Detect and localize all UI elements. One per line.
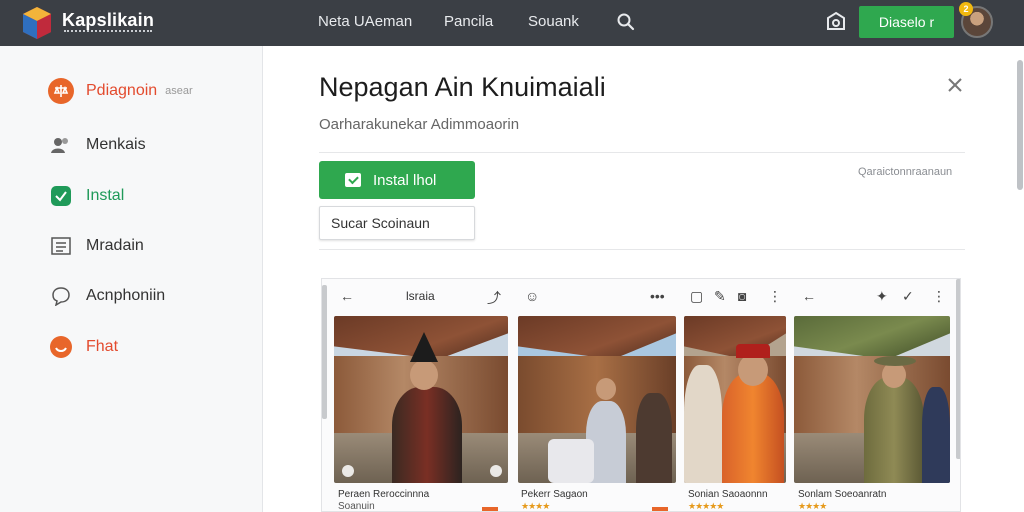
main-panel: Nepagan Ain Knuimaiali Oarharakunekar Ad… <box>264 46 1016 512</box>
camera-icon[interactable]: ◙ <box>738 288 746 304</box>
divider <box>319 152 965 153</box>
nav-link-3[interactable]: Souank <box>528 13 579 30</box>
scales-icon <box>48 78 74 104</box>
install-icon <box>48 183 74 209</box>
screenshot-subcaption: Soanuin <box>338 501 375 512</box>
sidebar-item-2[interactable]: Menkais <box>48 130 146 160</box>
secondary-button[interactable]: Sucar Scoinaun <box>319 206 475 240</box>
screenshot-caption: Pekerr Sagaon <box>521 489 588 500</box>
page-title: Nepagan Ain Knuimaiali <box>319 72 606 102</box>
screenshot-thumbnail[interactable] <box>794 316 950 483</box>
gallery-badge-icon <box>342 465 354 477</box>
rating-stars: ★★★★★ <box>688 501 724 511</box>
screenshot-thumbnail[interactable] <box>684 316 786 483</box>
more-dots-icon[interactable]: ••• <box>650 288 665 304</box>
download-button[interactable]: Diaselo r <box>859 6 954 38</box>
nav-link-2[interactable]: Pancila <box>444 13 493 30</box>
rating-stars: ★★★★ <box>521 501 550 511</box>
close-icon[interactable] <box>946 76 964 94</box>
screenshot-caption: Sonian Saoaonnn <box>688 489 768 500</box>
nav-link-1[interactable]: Neta UAeman <box>318 13 412 30</box>
install-button[interactable]: Instal lhol <box>319 161 475 199</box>
smile-icon <box>48 334 74 360</box>
top-bar: Kapslikain Neta UAeman Pancila Souank Di… <box>0 0 1024 46</box>
users-icon <box>48 132 74 158</box>
install-check-icon <box>345 173 361 187</box>
sidebar-item-label: Instal <box>86 187 125 204</box>
profile-icon[interactable]: ☺ <box>525 288 539 304</box>
chat-icon <box>48 283 74 309</box>
screenshot-gallery[interactable]: ← lsraia ⤴ ☺ ••• ▢ ✎ ◙ ⋮ ← ✦ ✓ ⋮ Peraen … <box>321 278 961 512</box>
share-icon[interactable]: ⤴ <box>487 288 501 308</box>
brand-tagline-line <box>64 30 152 33</box>
sidebar-item-6[interactable]: Fhat <box>48 332 118 362</box>
search-icon[interactable] <box>616 12 636 32</box>
sidebar-item-3[interactable]: Instal <box>48 181 124 211</box>
tag-icon[interactable]: ✓ <box>902 288 914 305</box>
install-button-label: Instal lhol <box>373 171 437 189</box>
menu-dots-icon[interactable]: ⋮ <box>932 288 946 305</box>
sidebar-item-4[interactable]: Mradain <box>48 231 144 261</box>
screenshot-caption: Sonlam Soeoanratn <box>798 489 887 500</box>
notification-badge: 2 <box>959 2 973 16</box>
info-link[interactable]: Qaraictonnraanaun <box>858 166 952 178</box>
price-tag <box>482 507 498 511</box>
rating-stars: ★★★★ <box>798 501 827 511</box>
sidebar-item-1[interactable]: Pdiagnoin asear <box>48 76 193 106</box>
page-subtitle: Oarharakunekar Adimmoaorin <box>319 116 520 133</box>
sidebar-item-label: Fhat <box>86 338 119 355</box>
gallery-toolbar-title: lsraia <box>406 289 435 303</box>
message-icon[interactable]: ▢ <box>690 288 703 305</box>
sidebar-item-5[interactable]: Acnphoniin <box>48 281 165 311</box>
back-arrow-icon[interactable]: ← <box>802 288 816 304</box>
menu-dots-icon[interactable]: ⋮ <box>768 288 782 305</box>
sidebar-item-label: Acnphoniin <box>86 287 166 304</box>
page-scrollbar[interactable] <box>1017 60 1023 190</box>
price-tag <box>652 507 668 511</box>
settings-icon[interactable] <box>824 10 848 34</box>
edit-icon[interactable]: ✎ <box>714 288 726 305</box>
app-logo-icon[interactable] <box>22 6 52 40</box>
brand-name[interactable]: Kapslikain <box>62 10 154 31</box>
gallery-scrollbar-right[interactable] <box>956 279 960 459</box>
screenshot-thumbnail[interactable] <box>518 316 676 483</box>
sidebar-item-sub: asear <box>165 85 193 97</box>
gallery-badge-icon <box>490 465 502 477</box>
screenshot-thumbnail[interactable] <box>334 316 508 483</box>
sidebar-item-label: Mradain <box>86 237 144 254</box>
divider <box>319 249 965 250</box>
screenshot-caption: Peraen Reroccinnna <box>338 489 430 500</box>
sidebar: Pdiagnoin asear Menkais Instal Mradain A… <box>0 46 263 512</box>
list-icon <box>48 233 74 259</box>
pin-icon[interactable]: ✦ <box>876 288 888 305</box>
sidebar-item-label: Menkais <box>86 136 146 153</box>
gallery-scrollbar[interactable] <box>322 285 327 419</box>
sidebar-item-label: Pdiagnoin <box>86 82 158 99</box>
back-arrow-icon[interactable]: ← <box>340 288 354 304</box>
